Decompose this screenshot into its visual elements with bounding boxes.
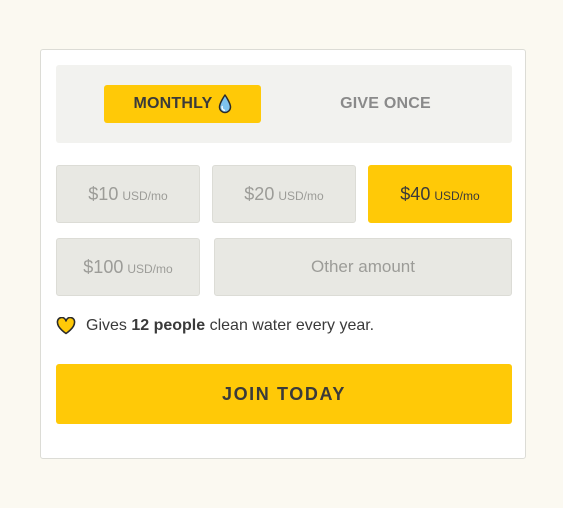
frequency-toggle: MONTHLY GIVE ONCE bbox=[56, 65, 512, 143]
amount-unit: USD/mo bbox=[278, 188, 324, 203]
other-amount-label: Other amount bbox=[311, 257, 415, 276]
amount-option-40[interactable]: $40 USD/mo bbox=[368, 165, 512, 223]
amount-value: $10 bbox=[88, 183, 119, 204]
amount-option-10[interactable]: $10 USD/mo bbox=[56, 165, 200, 223]
impact-message: Gives 12 people clean water every year. bbox=[56, 317, 374, 335]
amount-value: $100 bbox=[83, 256, 124, 277]
tab-give-once-label: GIVE ONCE bbox=[340, 95, 431, 112]
join-today-label: JOIN TODAY bbox=[221, 383, 347, 404]
amount-unit: USD/mo bbox=[127, 261, 173, 276]
join-today-button[interactable]: JOIN TODAY bbox=[56, 364, 512, 424]
impact-highlight: 12 people bbox=[131, 317, 206, 334]
heart-icon bbox=[56, 317, 76, 335]
amount-unit: USD/mo bbox=[434, 188, 480, 203]
tab-monthly-label: MONTHLY bbox=[133, 95, 213, 112]
other-amount-button[interactable]: Other amount bbox=[214, 238, 512, 296]
amount-value: $20 bbox=[244, 183, 275, 204]
impact-suffix: clean water every year. bbox=[205, 317, 375, 334]
amount-unit: USD/mo bbox=[122, 188, 168, 203]
impact-prefix: Gives bbox=[86, 317, 132, 334]
water-drop-icon bbox=[218, 94, 232, 114]
amount-option-20[interactable]: $20 USD/mo bbox=[212, 165, 356, 223]
amount-value: $40 bbox=[400, 183, 431, 204]
donation-card: MONTHLY GIVE ONCE $10 USD/mo $20 USD/mo … bbox=[40, 49, 526, 459]
amount-option-100[interactable]: $100 USD/mo bbox=[56, 238, 200, 296]
tab-give-once[interactable]: GIVE ONCE bbox=[308, 85, 463, 123]
tab-monthly[interactable]: MONTHLY bbox=[104, 85, 261, 123]
